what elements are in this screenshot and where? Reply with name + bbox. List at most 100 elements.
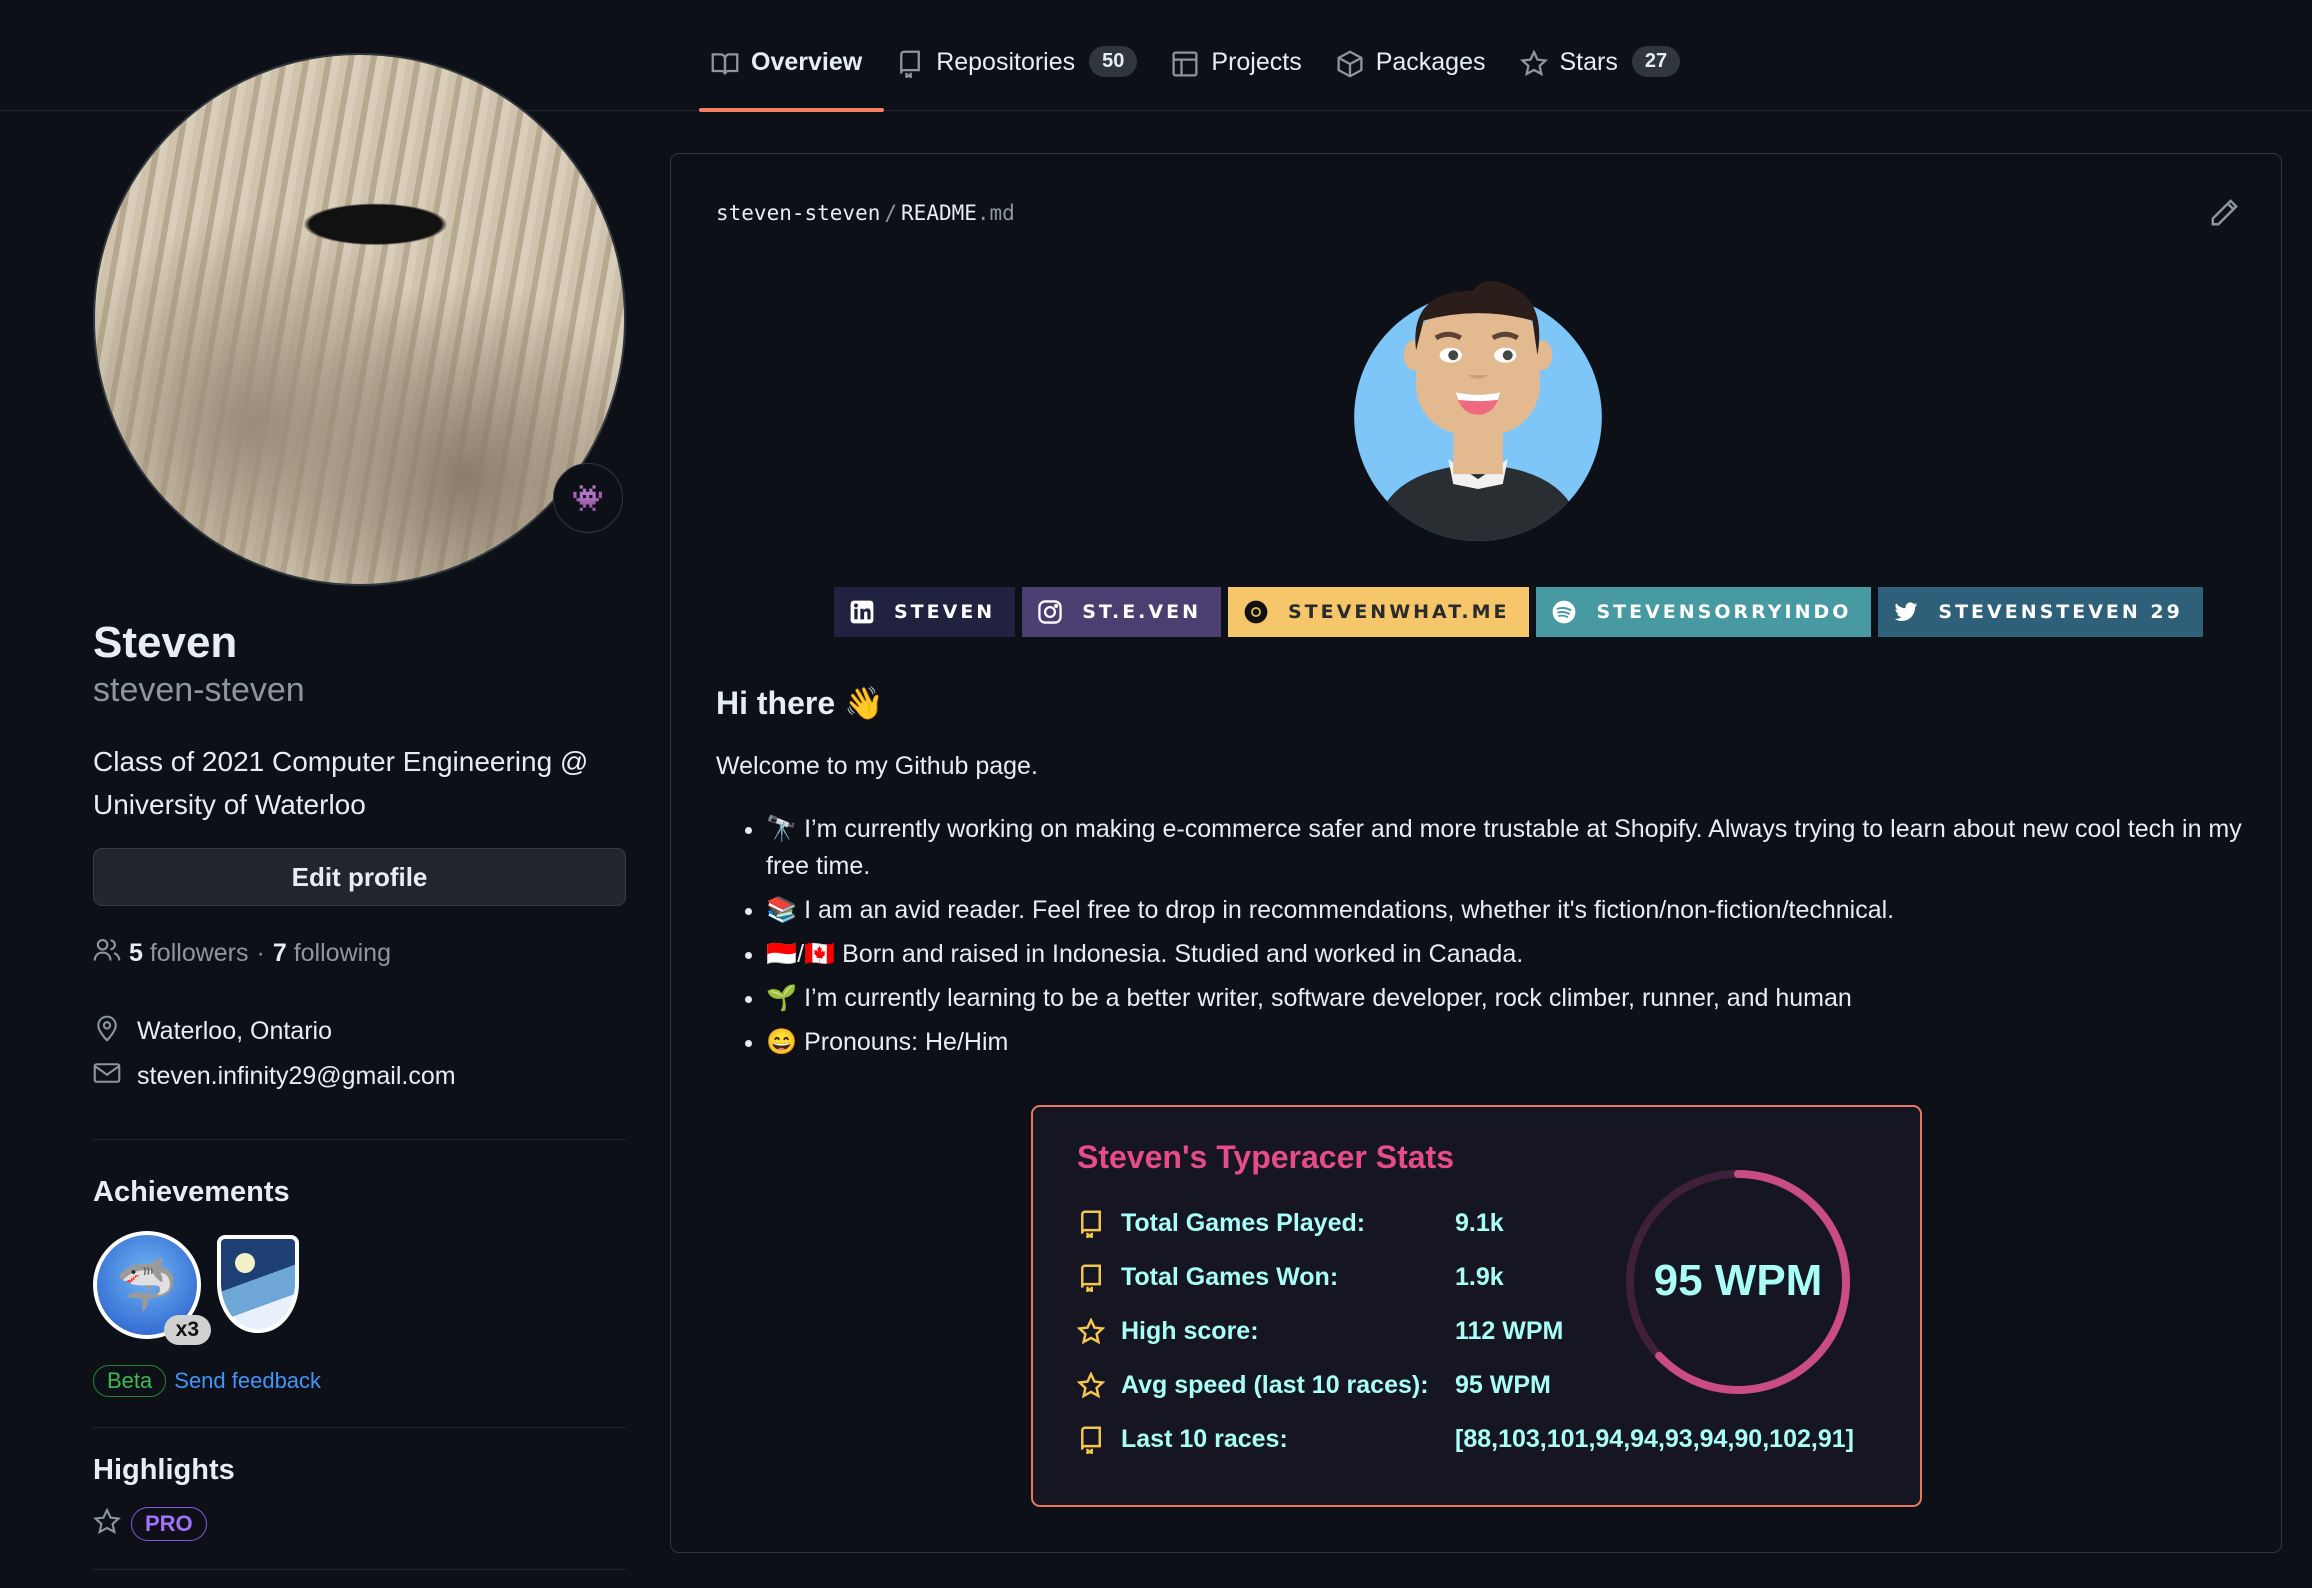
readme-welcome: Welcome to my Github page. [716,752,1038,780]
achievement-count: x3 [163,1315,211,1346]
readme-heading: Hi there 👋 [716,685,884,721]
people-icon [93,936,121,971]
social-badge-linkedin[interactable]: STEVEN [834,587,1016,637]
achievements-title: Achievements [93,1176,290,1209]
highlights-title: Highlights [93,1454,235,1487]
tab-projects[interactable]: Projects [1159,40,1323,111]
pencil-icon[interactable] [2209,198,2239,228]
stat-row: Total Games Won: 1.9k [1077,1263,1504,1294]
stat-label: High score: [1121,1317,1259,1345]
avatar-container: 👾 [93,53,626,586]
instagram-icon [1036,598,1064,626]
readme-bullet-list: 🔭 I’m currently working on making e-comm… [716,811,2246,1061]
chrome-icon [1242,598,1270,626]
list-item: 😄 Pronouns: He/Him [766,1024,2246,1061]
mail-icon [93,1059,121,1094]
stat-label: Total Games Played: [1121,1209,1366,1237]
beta-row: Beta Send feedback [93,1365,626,1398]
table-icon [1171,50,1199,78]
stat-label: Total Games Won: [1121,1263,1339,1291]
list-item: 🌱 I’m currently learning to be a better … [766,980,2246,1017]
follow-stats: 5 followers · 7 following [93,936,626,971]
set-status-button[interactable]: 👾 [553,463,623,533]
following-link[interactable]: 7 following [273,939,391,968]
readme-path: steven-steven / README.md [716,201,1015,225]
badge-label: STEVENSORRYINDO [1596,601,1852,623]
repo-icon [1077,1426,1105,1456]
profile-bio: Class of 2021 Computer Engineering @ Uni… [93,746,589,821]
edit-profile-button[interactable]: Edit profile [93,848,626,907]
twitter-icon [1892,598,1920,626]
social-badge-instagram[interactable]: ST.E.VEN [1022,587,1221,637]
location-icon [93,1014,121,1049]
follow-separator: · [256,939,265,968]
star-icon [1519,49,1548,78]
list-item: 🔭 I’m currently working on making e-comm… [766,811,2246,885]
wpm-ring: 95 WPM [1626,1170,1850,1394]
stat-value: [88,103,101,94,94,93,94,90,102,91] [1455,1425,1854,1453]
list-item: 📚 I am an avid reader. Feel free to drop… [766,892,2246,929]
stat-row: Avg speed (last 10 races): 95 WPM [1076,1370,1551,1400]
achievement-arctic-code-vault[interactable] [217,1235,299,1334]
stats-title: Steven's Typeracer Stats [1077,1139,1454,1175]
stat-row: Last 10 races: [88,103,101,94,94,93,94,90… [1077,1425,1854,1456]
stat-row: Total Games Played: 9.1k [1077,1209,1504,1240]
star-icon [1076,1316,1106,1346]
shark-icon: 🦈 [115,1256,179,1313]
tab-label: Projects [1211,48,1302,76]
tab-label: Repositories [936,48,1076,76]
repo-icon [896,50,924,80]
stat-value: 95 WPM [1455,1371,1551,1399]
social-badges: STEVEN ST.E.VEN STEVENWHAT.ME STEVENSORRYIN… [834,587,2203,637]
beta-label: Beta [93,1365,167,1398]
location-text: Waterloo, Ontario [137,1017,332,1046]
social-badge-spotify[interactable]: STEVENSORRYINDO [1536,587,1872,637]
repositories-count: 50 [1089,46,1138,77]
profile-details: Waterloo, Ontario steven.infinity29@gmai… [93,1009,626,1099]
package-icon [1336,50,1364,78]
profile-name: Steven [93,618,238,667]
tab-packages[interactable]: Packages [1324,40,1508,111]
readme-owner-link[interactable]: steven-steven [716,201,880,225]
profile-tabs: Overview Repositories 50 Projects Packag… [699,40,1703,112]
repo-icon [1077,1264,1105,1294]
avatar[interactable] [93,53,626,586]
tab-label: Stars [1559,48,1618,76]
readme-box: steven-steven / README.md STEVEN ST.E.VEN ST… [670,153,2282,1553]
tab-stars[interactable]: Stars 27 [1508,40,1703,111]
tab-overview[interactable]: Overview [699,40,885,112]
badge-label: STEVENWHAT.ME [1287,601,1510,623]
email-link[interactable]: steven.infinity29@gmail.com [137,1062,456,1091]
followers-link[interactable]: 5 followers [129,939,249,968]
linkedin-icon [848,598,876,626]
social-badge-chrome[interactable]: STEVENWHAT.ME [1227,587,1530,637]
stars-count: 27 [1631,46,1681,77]
stat-value: 1.9k [1455,1263,1504,1291]
readme-filename: README [901,201,977,225]
divider [93,1427,626,1429]
stat-row: High score: 112 WPM [1076,1316,1563,1346]
badge-label: ST.E.VEN [1082,601,1201,623]
divider [93,1569,626,1571]
path-separator: / [884,201,898,225]
send-feedback-link[interactable]: Send feedback [174,1368,321,1394]
achievement-pull-shark[interactable]: 🦈 x3 [93,1231,211,1346]
pro-badge: PRO [131,1507,207,1542]
tab-label: Packages [1375,48,1486,76]
star-icon [1076,1370,1106,1400]
divider [93,1139,626,1141]
stat-value: 9.1k [1455,1209,1504,1237]
social-badge-twitter[interactable]: STEVENSTEVEN 29 [1878,587,2203,637]
book-icon [711,50,739,78]
memoji-avatar [1354,280,1602,541]
typeracer-stats-card: Steven's Typeracer Stats Total Games Pla… [1031,1105,1922,1507]
ring-label: 95 WPM [1654,1256,1823,1305]
star-icon [93,1507,121,1541]
alien-monster-icon: 👾 [571,482,605,513]
tab-repositories[interactable]: Repositories 50 [884,40,1159,111]
achievements-list: 🦈 x3 [93,1231,626,1346]
list-item: 🇮🇩/🇨🇦 Born and raised in Indonesia. Stud… [766,936,2246,973]
readme-content: Hi there 👋 Welcome to my Github page. 🔭 … [716,684,2246,1068]
badge-label: STEVEN [894,601,996,623]
stat-label: Last 10 races: [1121,1425,1288,1453]
